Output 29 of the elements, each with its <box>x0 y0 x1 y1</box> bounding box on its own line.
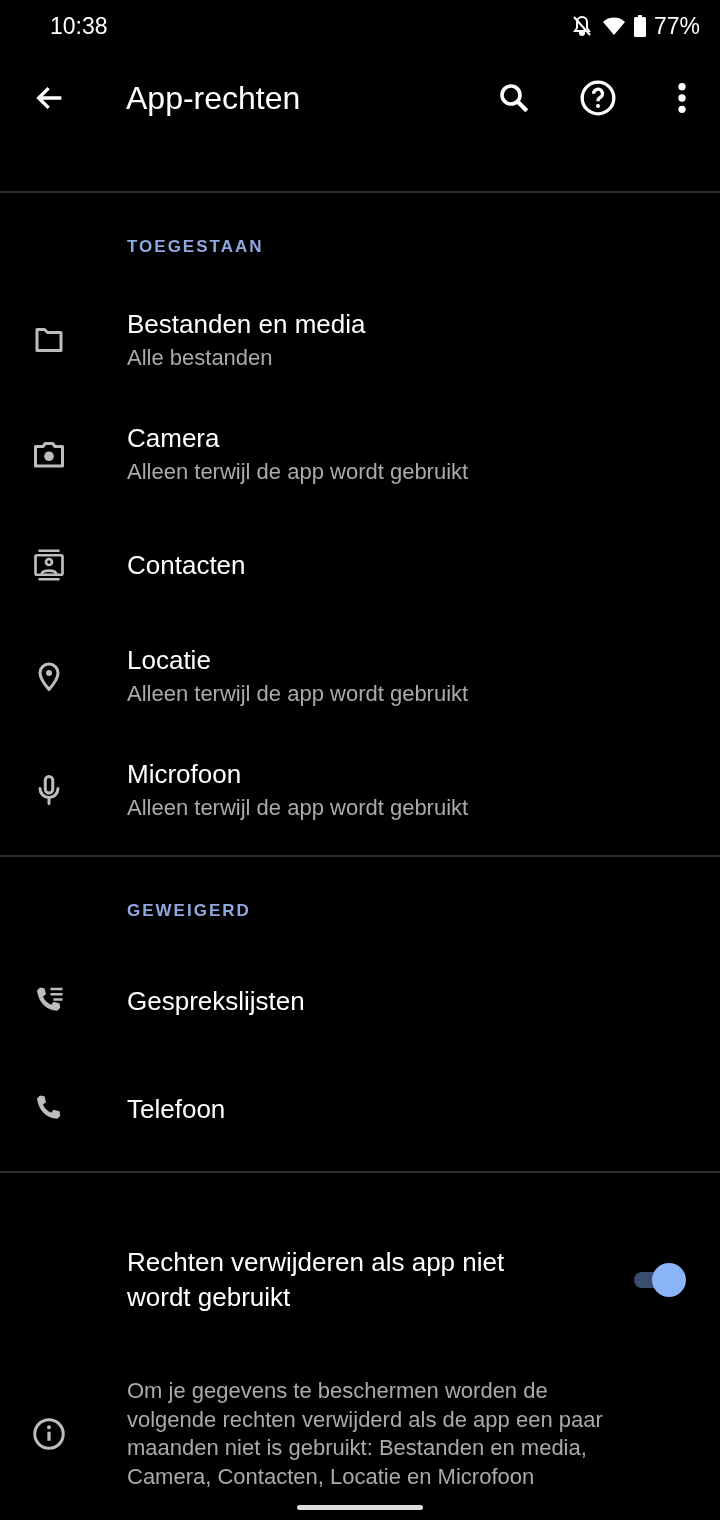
status-time: 10:38 <box>50 12 108 40</box>
section-header: TOEGESTAAN <box>127 237 264 256</box>
permission-item[interactable]: Microfoon Alleen terwijl de app wordt gebruikt <box>0 733 720 847</box>
permission-item[interactable]: Contacten <box>0 511 720 619</box>
window-title: App-rechten <box>126 79 302 117</box>
permission-title: Contacten <box>127 549 246 581</box>
battery-icon <box>633 15 646 37</box>
permission-title: Camera <box>127 422 221 454</box>
info-text: Om je gegevens te beschermen worden de volgende rechten verwijderd als de app een paar maanden niet is gebruikt: Bestanden en media, Camera, Contacten, Locatie en Microfoon <box>127 1377 604 1491</box>
permission-status: Alle bestanden <box>127 344 274 372</box>
permission-title: Gesprekslijsten <box>127 985 305 1017</box>
more-options-icon[interactable] <box>676 81 688 115</box>
battery-percent: 77% <box>653 12 700 40</box>
permission-status: Alleen terwijl de app wordt gebruikt <box>127 680 469 708</box>
permission-status: Alleen terwijl de app wordt gebruikt <box>127 458 469 486</box>
permission-status: Alleen terwijl de app wordt gebruikt <box>127 794 469 822</box>
permission-item[interactable]: Locatie Alleen terwijl de app wordt gebruikt <box>0 619 720 733</box>
permission-item[interactable]: Gesprekslijsten <box>0 947 720 1055</box>
permission-title: Telefoon <box>127 1093 226 1125</box>
auto-revoke-label: Rechten verwijderen als app niet wordt gebruikt <box>127 1246 506 1314</box>
permission-title: Bestanden en media <box>127 308 366 340</box>
help-icon[interactable] <box>578 78 618 118</box>
section-header: GEWEIGERD <box>127 901 251 920</box>
permission-title: Locatie <box>127 644 212 676</box>
permission-title: Microfoon <box>127 758 243 790</box>
permission-item[interactable]: Telefoon <box>0 1055 720 1163</box>
info-icon <box>30 1416 67 1452</box>
permission-item[interactable]: Bestanden en media Alle bestanden <box>0 283 720 397</box>
permission-item[interactable]: Camera Alleen terwijl de app wordt gebruikt <box>0 397 720 511</box>
